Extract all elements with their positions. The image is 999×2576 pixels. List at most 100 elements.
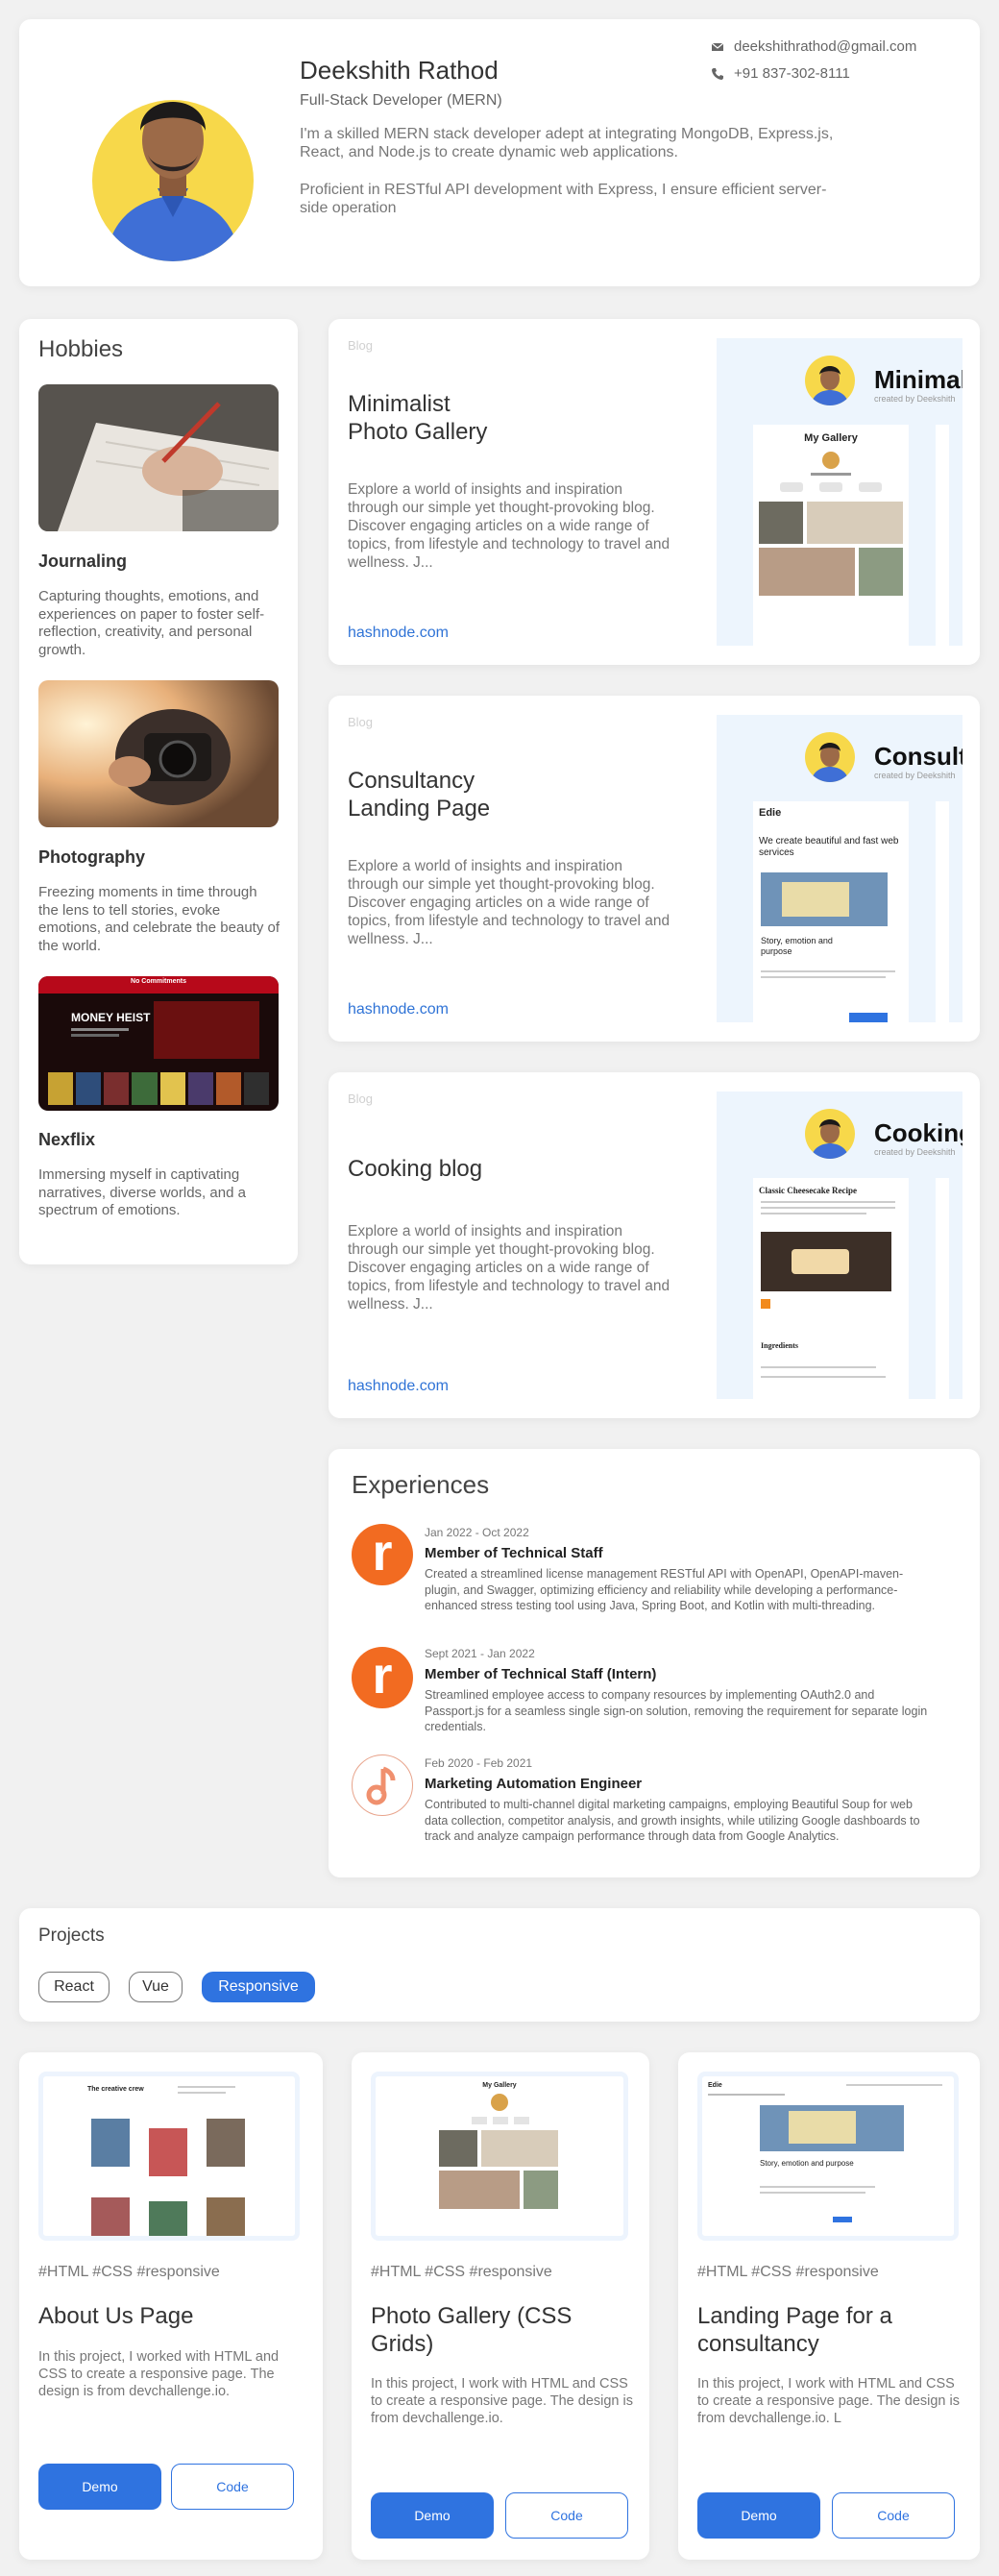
- blog-thumbnail: Cooking created by Deekshith Classic Che…: [717, 1092, 962, 1399]
- blog-tag: Blog: [348, 715, 374, 729]
- profile-card: Deekshith Rathod Full-Stack Developer (M…: [19, 19, 980, 286]
- blog-card[interactable]: Blog Minimalist Photo Gallery Explore a …: [329, 319, 980, 665]
- blog-title: Consultancy Landing Page: [348, 767, 694, 822]
- project-screenshot-heading: My Gallery: [482, 2082, 517, 2089]
- project-title: Photo Gallery (CSS Grids): [371, 2303, 573, 2357]
- thumbnail-avatar: [805, 356, 855, 405]
- blog-title-line2: Photo Gallery: [348, 419, 488, 445]
- netflix-image: No Commitments MONEY HEIST: [38, 976, 279, 1111]
- blog-thumbnail: Minimal created by Deekshith My Gallery: [717, 338, 962, 646]
- blog-tag: Blog: [348, 338, 374, 353]
- hobbies-title: Hobbies: [38, 336, 124, 362]
- code-button[interactable]: Code: [171, 2464, 294, 2510]
- experience-desc: Created a streamlined license management…: [425, 1567, 904, 1612]
- company-logo: r: [352, 1647, 413, 1708]
- hobbies-card: Hobbies Journaling Capturing thoughts, e…: [19, 319, 298, 1264]
- demo-button[interactable]: Demo: [697, 2492, 820, 2539]
- code-button[interactable]: Code: [505, 2492, 628, 2539]
- code-button[interactable]: Code: [832, 2492, 955, 2539]
- experience-role: Member of Technical Staff: [425, 1545, 603, 1561]
- thumbnail-title: Minimal: [874, 365, 962, 394]
- company-logo: r: [352, 1524, 413, 1585]
- project-card: The creative crew #HTML #CSS #responsive…: [19, 2052, 323, 2560]
- thumbnail-title: Cooking: [874, 1118, 962, 1147]
- netflix-banner-heading: No Commitments: [131, 978, 186, 985]
- blog-link[interactable]: hashnode.com: [348, 1001, 449, 1018]
- blog-title: Minimalist Photo Gallery: [348, 390, 694, 446]
- thumbnail-subheading: Ingredients: [761, 1341, 798, 1350]
- experience-date: Feb 2020 - Feb 2021: [425, 1756, 533, 1770]
- project-title: About Us Page: [38, 2303, 194, 2329]
- blog-card[interactable]: Blog Consultancy Landing Page Explore a …: [329, 696, 980, 1042]
- projects-title: Projects: [38, 1926, 105, 1946]
- contact-phone[interactable]: +91 837-302-8111: [711, 65, 850, 82]
- blog-card[interactable]: Blog Cooking blog Explore a world of ins…: [329, 1072, 980, 1418]
- experience-date: Sept 2021 - Jan 2022: [425, 1647, 535, 1660]
- thumbnail-subheading: Story, emotion and purpose: [761, 936, 833, 956]
- hobby-name-photography: Photography: [38, 847, 145, 867]
- thumbnail-brand: Edie: [759, 807, 782, 819]
- project-tags: #HTML #CSS #responsive: [697, 2264, 879, 2280]
- filter-chip-responsive[interactable]: Responsive: [202, 1972, 315, 2002]
- netflix-show-title: MONEY HEIST: [71, 1011, 151, 1024]
- hobby-desc-photography: Freezing moments in time through the len…: [38, 884, 280, 954]
- thumbnail-heading: Classic Cheesecake Recipe: [759, 1186, 857, 1195]
- profile-bio-2: Proficient in RESTful API development wi…: [300, 182, 827, 216]
- project-title: Landing Page for a consultancy: [697, 2303, 892, 2357]
- project-screenshot: Edie Story, emotion and purpose: [697, 2072, 959, 2241]
- blog-title-line1: Cooking blog: [348, 1156, 483, 1182]
- hobby-name-journaling: Journaling: [38, 552, 128, 571]
- phone-text: +91 837-302-8111: [734, 65, 850, 82]
- project-screenshot-heading: Edie: [708, 2082, 722, 2089]
- project-desc: In this project, I work with HTML and CS…: [371, 2376, 633, 2426]
- thumbnail-avatar: [805, 1109, 855, 1159]
- experiences-title: Experiences: [352, 1470, 490, 1499]
- project-screenshot: My Gallery: [371, 2072, 628, 2241]
- experience-desc: Contributed to multi-channel digital mar…: [425, 1798, 920, 1843]
- demo-button[interactable]: Demo: [371, 2492, 494, 2539]
- thumbnail-title: Consult: [874, 742, 962, 771]
- hobby-desc-netflix: Immersing myself in captivating narrativ…: [38, 1166, 246, 1218]
- thumbnail-avatar: [805, 732, 855, 782]
- profile-role: Full-Stack Developer (MERN): [300, 92, 502, 109]
- company-logo-letter: r: [372, 1524, 393, 1582]
- blog-desc: Explore a world of insights and inspirat…: [348, 481, 670, 571]
- project-desc: In this project, I work with HTML and CS…: [697, 2376, 960, 2426]
- blog-desc: Explore a world of insights and inspirat…: [348, 1223, 670, 1313]
- project-screenshot: The creative crew: [38, 2072, 300, 2241]
- experience-role: Marketing Automation Engineer: [425, 1776, 643, 1792]
- thumbnail-subtitle: created by Deekshith: [874, 394, 956, 404]
- blog-title-line2: Landing Page: [348, 796, 491, 822]
- thumbnail-heading: My Gallery: [804, 432, 858, 444]
- profile-bio-1: I'm a skilled MERN stack developer adept…: [300, 126, 834, 160]
- experience-role: Member of Technical Staff (Intern): [425, 1666, 657, 1682]
- project-screenshot-subheading: Story, emotion and purpose: [760, 2159, 854, 2168]
- thumbnail-heading: We create beautiful and fast web service…: [759, 836, 899, 858]
- project-card: Edie Story, emotion and purpose #HTML #C…: [678, 2052, 980, 2560]
- blog-title: Cooking blog: [348, 1155, 694, 1183]
- blog-title-line1: Consultancy: [348, 768, 475, 794]
- profile-name: Deekshith Rathod: [300, 56, 499, 85]
- mail-icon: [711, 42, 724, 51]
- company-logo-letter: r: [372, 1647, 393, 1705]
- profile-avatar: [73, 54, 271, 261]
- blog-desc: Explore a world of insights and inspirat…: [348, 858, 670, 947]
- hobby-desc-journaling: Capturing thoughts, emotions, and experi…: [38, 588, 265, 658]
- project-tags: #HTML #CSS #responsive: [371, 2264, 552, 2280]
- project-card: My Gallery #HTML #CSS #responsive Photo …: [352, 2052, 649, 2560]
- filter-chip-react[interactable]: React: [38, 1972, 110, 2002]
- filter-chip-vue[interactable]: Vue: [129, 1972, 183, 2002]
- phone-icon: [712, 67, 723, 80]
- contact-email[interactable]: deekshithrathod@gmail.com: [711, 38, 916, 55]
- blog-link[interactable]: hashnode.com: [348, 625, 449, 642]
- photography-image: [38, 680, 279, 827]
- blog-link[interactable]: hashnode.com: [348, 1378, 449, 1395]
- experience-date: Jan 2022 - Oct 2022: [425, 1526, 529, 1539]
- thumbnail-subtitle: created by Deekshith: [874, 1147, 956, 1157]
- journaling-image: [38, 384, 279, 531]
- blog-thumbnail: Consult created by Deekshith Edie We cre…: [717, 715, 962, 1022]
- email-text: deekshithrathod@gmail.com: [734, 38, 917, 55]
- demo-button[interactable]: Demo: [38, 2464, 161, 2510]
- thumbnail-subtitle: created by Deekshith: [874, 771, 956, 780]
- project-tags: #HTML #CSS #responsive: [38, 2264, 220, 2280]
